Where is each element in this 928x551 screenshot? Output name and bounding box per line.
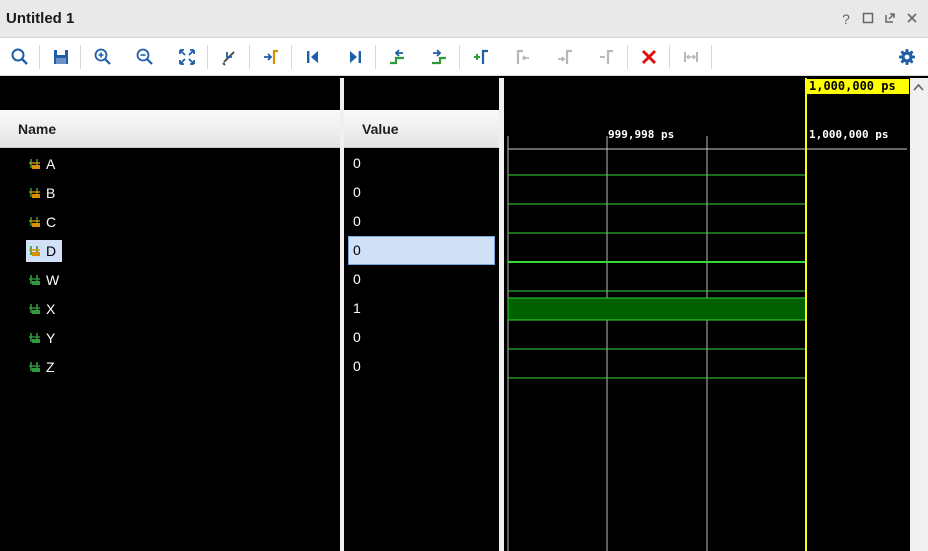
signal-name-label: C xyxy=(46,214,57,230)
signal-row-w[interactable]: W xyxy=(0,265,340,294)
signal-name-label: Y xyxy=(46,330,56,346)
signal-name[interactable]: X xyxy=(26,298,61,320)
signal-name-label: W xyxy=(46,272,60,288)
output-signal-icon xyxy=(29,304,40,314)
signal-value-cell[interactable]: 0 xyxy=(348,265,495,294)
time-tick-label: 1,000,000 ps xyxy=(809,128,888,141)
output-signal-icon xyxy=(29,275,40,285)
signal-name[interactable]: W xyxy=(26,269,65,291)
zoom-fit-icon[interactable] xyxy=(175,45,199,69)
waveform-high xyxy=(507,297,807,321)
signal-row-y[interactable]: Y xyxy=(0,323,340,352)
signal-name[interactable]: D xyxy=(26,240,63,262)
output-signal-icon xyxy=(29,333,40,343)
close-icon[interactable] xyxy=(904,11,920,27)
settings-icon[interactable] xyxy=(895,45,919,69)
swap-cursors-icon xyxy=(679,45,703,69)
input-signal-icon xyxy=(29,188,40,198)
signal-row-b[interactable]: B xyxy=(0,178,340,207)
search-icon[interactable] xyxy=(8,45,32,69)
add-marker-icon[interactable] xyxy=(469,45,493,69)
delete-all-markers-icon[interactable] xyxy=(637,45,661,69)
cursor-snap-icon[interactable] xyxy=(217,45,241,69)
signal-row-a[interactable]: A xyxy=(0,149,340,178)
signal-name-label: Z xyxy=(46,359,55,375)
help-icon[interactable]: ? xyxy=(838,11,854,27)
output-signal-icon xyxy=(29,362,40,372)
signal-name-label: X xyxy=(46,301,56,317)
title-bar: Untitled 1 ? xyxy=(0,0,928,38)
go-to-time-zero-icon[interactable] xyxy=(301,45,325,69)
signal-value-cell[interactable]: 1 xyxy=(348,294,495,323)
signal-value-cell[interactable]: 0 xyxy=(348,352,495,381)
signal-value-cell[interactable]: 0 xyxy=(348,236,495,265)
input-signal-icon xyxy=(29,159,40,169)
signal-value-cell[interactable]: 0 xyxy=(348,149,495,178)
float-icon[interactable] xyxy=(882,11,898,27)
name-column-header[interactable]: Name xyxy=(0,110,340,148)
signal-name[interactable]: A xyxy=(26,153,61,175)
signal-name[interactable]: Z xyxy=(26,356,61,378)
toolbar xyxy=(0,38,928,76)
go-to-cursor-icon[interactable] xyxy=(259,45,283,69)
waveform-canvas[interactable]: 999,998 ps 1,000,000 ps xyxy=(504,78,910,551)
zoom-out-icon[interactable] xyxy=(133,45,157,69)
input-signal-icon xyxy=(29,246,40,256)
vertical-scrollbar[interactable] xyxy=(910,78,928,551)
zoom-in-icon[interactable] xyxy=(91,45,115,69)
next-marker-icon xyxy=(553,45,577,69)
signal-row-z[interactable]: Z xyxy=(0,352,340,381)
value-column-header[interactable]: Value xyxy=(344,110,499,148)
signal-name[interactable]: Y xyxy=(26,327,61,349)
signal-value-cell[interactable]: 0 xyxy=(348,178,495,207)
previous-marker-icon xyxy=(511,45,535,69)
maximize-icon[interactable] xyxy=(860,11,876,27)
signal-row-d[interactable]: D xyxy=(0,236,340,265)
scroll-up-icon[interactable] xyxy=(913,82,924,94)
input-signal-icon xyxy=(29,217,40,227)
signal-row-x[interactable]: X xyxy=(0,294,340,323)
signal-value-cell[interactable]: 0 xyxy=(348,323,495,352)
save-icon[interactable] xyxy=(49,45,73,69)
go-to-last-time-icon[interactable] xyxy=(343,45,367,69)
signal-name-label: B xyxy=(46,185,56,201)
signal-name-label: A xyxy=(46,156,56,172)
window-title: Untitled 1 xyxy=(6,10,75,27)
time-tick-label: 999,998 ps xyxy=(608,128,674,141)
signal-name-label: D xyxy=(46,243,57,259)
signal-name[interactable]: B xyxy=(26,182,61,204)
previous-transition-icon[interactable] xyxy=(385,45,409,69)
delete-marker-icon xyxy=(595,45,619,69)
signal-row-c[interactable]: C xyxy=(0,207,340,236)
signal-value-cell[interactable]: 0 xyxy=(348,207,495,236)
signal-name[interactable]: C xyxy=(26,211,62,233)
cursor-time-label[interactable]: 1,000,000 ps xyxy=(806,79,909,94)
next-transition-icon[interactable] xyxy=(427,45,451,69)
